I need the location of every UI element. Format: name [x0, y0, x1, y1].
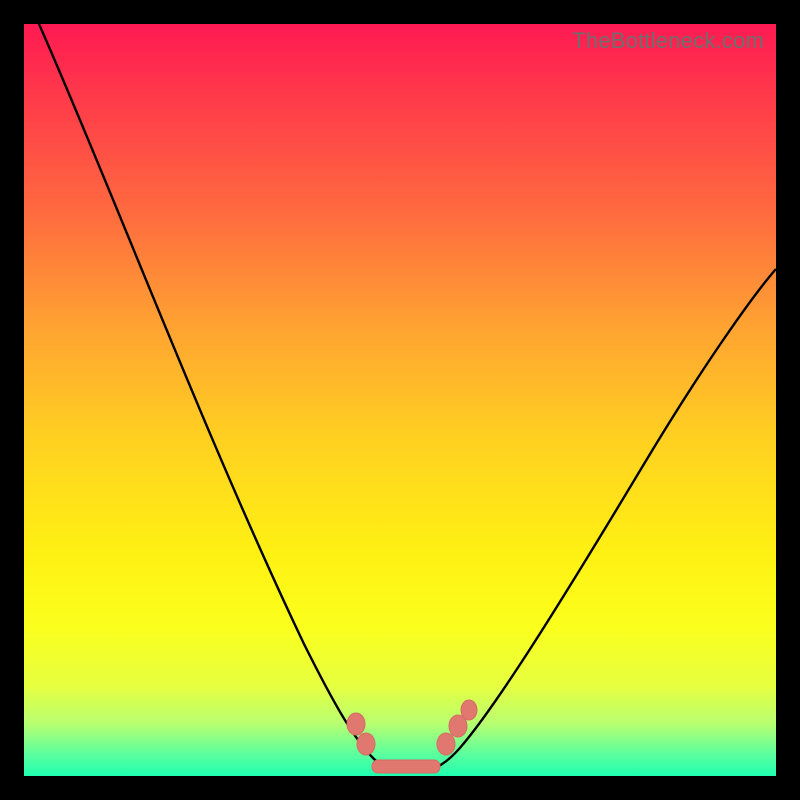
marker-dot [347, 713, 365, 735]
minimum-bar [372, 760, 440, 773]
marker-dot [461, 700, 477, 720]
chart-frame: TheBottleneck.com [24, 24, 776, 776]
marker-dot [437, 733, 455, 755]
bottleneck-plot [24, 24, 776, 776]
bottleneck-curve [39, 24, 776, 772]
marker-dot [357, 733, 375, 755]
